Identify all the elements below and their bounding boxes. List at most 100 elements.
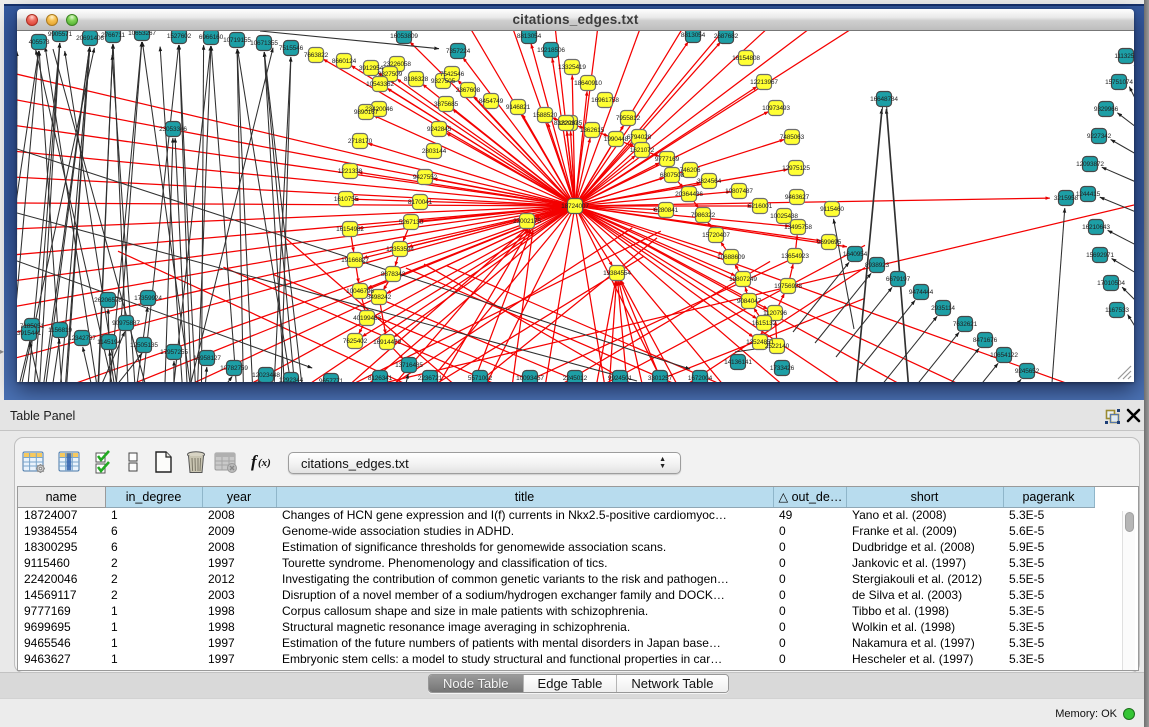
svg-text:17957255: 17957255 <box>160 349 188 356</box>
svg-text:3824564: 3824564 <box>697 178 722 185</box>
svg-text:7986322: 7986322 <box>691 212 716 219</box>
svg-text:20364436: 20364436 <box>675 191 703 198</box>
svg-text:7955812: 7955812 <box>616 115 641 122</box>
svg-text:3875685: 3875685 <box>434 101 459 108</box>
svg-text:23053346: 23053346 <box>159 126 187 133</box>
svg-text:9227342: 9227342 <box>1087 133 1112 140</box>
svg-text:19756928: 19756928 <box>774 283 802 290</box>
svg-text:2245012: 2245012 <box>563 375 588 382</box>
svg-text:3498242: 3498242 <box>367 294 392 301</box>
svg-text:15751074: 15751074 <box>1105 79 1133 86</box>
svg-text:16914479: 16914479 <box>373 339 401 346</box>
svg-text:16154808: 16154808 <box>732 55 760 62</box>
svg-text:10782759: 10782759 <box>220 365 248 372</box>
svg-text:2935114: 2935114 <box>931 305 955 312</box>
svg-text:9657771: 9657771 <box>319 378 344 382</box>
svg-text:6280841: 6280841 <box>654 207 679 214</box>
svg-text:1156819: 1156819 <box>48 327 72 334</box>
svg-text:1120796: 1120796 <box>763 310 787 317</box>
svg-text:12023448: 12023448 <box>252 372 280 379</box>
svg-text:9427552: 9427552 <box>413 174 438 181</box>
svg-text:2766711: 2766711 <box>101 32 125 39</box>
svg-text:9242845: 9242845 <box>427 126 452 133</box>
svg-text:10973493: 10973493 <box>762 105 790 112</box>
svg-text:1362615: 1362615 <box>580 127 605 134</box>
svg-text:7542546: 7542546 <box>440 71 465 78</box>
svg-text:9463627: 9463627 <box>785 194 810 201</box>
svg-text:2522140: 2522140 <box>765 343 790 350</box>
svg-text:13716485: 13716485 <box>395 362 423 369</box>
svg-text:9146821: 9146821 <box>506 104 531 111</box>
svg-text:9115460: 9115460 <box>820 206 844 213</box>
svg-text:13654923: 13654923 <box>781 253 809 260</box>
svg-text:8126341: 8126341 <box>368 375 393 382</box>
svg-text:9329966: 9329966 <box>1094 106 1119 113</box>
svg-text:12353594: 12353594 <box>386 246 414 253</box>
svg-text:12213967: 12213967 <box>750 79 778 86</box>
svg-text:9327505: 9327505 <box>431 78 456 85</box>
svg-text:1113254: 1113254 <box>1114 53 1134 60</box>
svg-text:10654122: 10654122 <box>990 352 1018 359</box>
svg-text:7185051: 7185051 <box>20 323 45 330</box>
svg-text:3915441: 3915441 <box>17 330 42 337</box>
svg-text:10093457: 10093457 <box>516 375 544 382</box>
svg-text:9245652: 9245652 <box>1015 368 1040 375</box>
svg-text:8471676: 8471676 <box>973 337 998 344</box>
svg-text:10688609: 10688609 <box>717 254 745 261</box>
svg-text:1733426: 1733426 <box>770 365 795 372</box>
svg-text:1167533: 1167533 <box>1105 307 1129 314</box>
svg-text:19218506: 19218506 <box>537 47 565 54</box>
svg-text:16958127: 16958127 <box>193 355 221 362</box>
svg-text:6807508: 6807508 <box>660 172 685 179</box>
svg-text:6216001: 6216001 <box>748 203 773 210</box>
svg-text:8322037: 8322037 <box>554 120 579 127</box>
svg-text:18640910: 18640910 <box>574 80 602 87</box>
svg-text:1990448: 1990448 <box>604 136 629 143</box>
svg-text:10671355: 10671355 <box>250 40 278 47</box>
svg-text:17359924: 17359924 <box>134 295 162 302</box>
svg-text:9924501: 9924501 <box>608 375 633 382</box>
svg-text:16961758: 16961758 <box>591 97 619 104</box>
svg-text:1610755: 1610755 <box>334 196 359 203</box>
svg-text:8170041: 8170041 <box>408 199 433 206</box>
svg-text:9327509: 9327509 <box>378 71 403 78</box>
svg-text:12505135: 12505135 <box>130 342 158 349</box>
svg-text:10807487: 10807487 <box>725 188 753 195</box>
svg-text:23226058: 23226058 <box>383 61 411 68</box>
svg-text:(x): (x) <box>258 457 271 469</box>
svg-text:2687682: 2687682 <box>714 33 739 40</box>
svg-text:6794028: 6794028 <box>627 134 652 141</box>
svg-text:7625402: 7625402 <box>343 338 368 345</box>
svg-text:18807249: 18807249 <box>729 276 757 283</box>
svg-text:7632621: 7632621 <box>953 321 978 328</box>
svg-text:8938923: 8938923 <box>865 262 890 269</box>
svg-text:7663822: 7663822 <box>304 52 329 59</box>
svg-text:12093872: 12093872 <box>1076 161 1104 168</box>
svg-text:8813054: 8813054 <box>517 33 542 40</box>
svg-text:10653267: 10653267 <box>128 31 156 37</box>
svg-text:1145194: 1145194 <box>97 339 121 346</box>
svg-text:1221338: 1221338 <box>338 168 363 175</box>
svg-text:15720407: 15720407 <box>702 232 730 239</box>
svg-text:6966160: 6966160 <box>199 34 224 41</box>
svg-text:40199483: 40199483 <box>353 315 381 322</box>
svg-text:16210643: 16210643 <box>1082 224 1110 231</box>
svg-text:1672004: 1672004 <box>688 375 713 382</box>
svg-text:9905571: 9905571 <box>48 31 73 38</box>
svg-text:8813054: 8813054 <box>681 32 706 39</box>
svg-text:10025438: 10025438 <box>770 213 798 220</box>
svg-text:9890167: 9890167 <box>354 109 379 116</box>
svg-text:14136141: 14136141 <box>724 359 752 366</box>
svg-text:1244415: 1244415 <box>1076 191 1101 198</box>
svg-text:12975125: 12975125 <box>782 165 810 172</box>
svg-text:13325419: 13325419 <box>558 64 586 71</box>
svg-text:16053809: 16053809 <box>390 33 418 40</box>
svg-text:3215958: 3215958 <box>1054 195 1079 202</box>
svg-text:8186328: 8186328 <box>404 76 429 83</box>
svg-text:5267130: 5267130 <box>399 219 424 226</box>
svg-text:9084047: 9084047 <box>737 298 762 305</box>
svg-text:90975887: 90975887 <box>112 320 140 327</box>
svg-text:26206578: 26206578 <box>94 297 122 304</box>
svg-text:7515546: 7515546 <box>279 45 304 52</box>
svg-text:19384554: 19384554 <box>603 270 631 277</box>
